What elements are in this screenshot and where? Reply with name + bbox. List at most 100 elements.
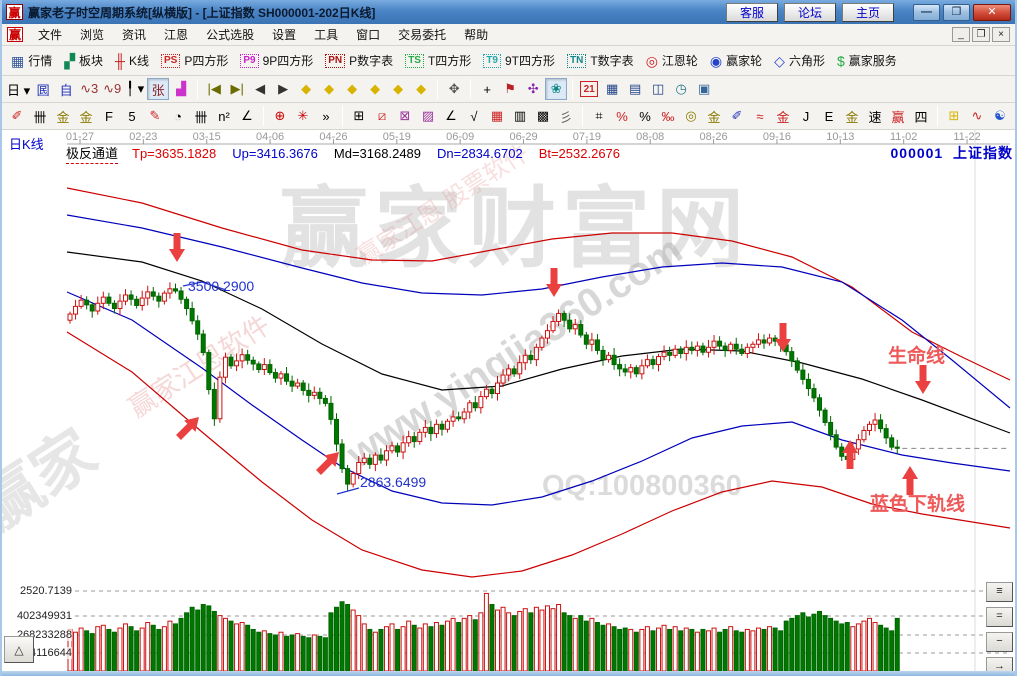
candle-type-selector[interactable]: ╿ ▾ [124,78,146,100]
menu-文件[interactable]: 文件 [29,23,71,46]
gold-line-icon[interactable]: 金 [703,105,725,127]
speed-angle-icon[interactable]: 速 [864,105,886,127]
step-forward-icon[interactable]: ▶ [272,78,294,100]
yinyang-icon[interactable]: ☯ [989,105,1011,127]
p-table-button[interactable]: PN P数字表 [320,49,398,72]
target-icon[interactable]: ⊕ [269,105,291,127]
mirror-icon[interactable]: ∠ [236,105,258,127]
print-icon[interactable]: ▣ [693,78,715,100]
go-first-icon[interactable]: |◀ [203,78,225,100]
hexagon-button[interactable]: ◇ 六角形 [769,49,830,72]
price-scale-icon[interactable]: ⌗ [588,105,610,127]
annotation-arrow-down[interactable] [546,268,562,297]
life-line-label[interactable]: 生命线 [888,341,945,368]
gann-left-icon[interactable]: ◆ [295,78,317,100]
calendar-icon[interactable]: 21 [580,81,599,97]
grid3-icon[interactable]: ▩ [532,105,554,127]
gann-full-icon[interactable]: ◆ [410,78,432,100]
five-comb-icon[interactable]: 5 [121,105,143,127]
chart-area[interactable]: 赢家财富网 www.yingjia360.com QQ:100800360 赢家… [2,130,1015,671]
p-square-button[interactable]: PS P四方形 [156,49,233,72]
customer-service-button[interactable]: 客服 [726,2,778,22]
period-day-selector[interactable]: 日 ▾ [6,78,31,100]
menu-江恩[interactable]: 江恩 [155,23,197,46]
wave-line-icon[interactable]: ≈ [749,105,771,127]
time-circle-icon[interactable]: ◔ [167,105,189,127]
9p-square-button[interactable]: P9 9P四方形 [235,49,318,72]
pen-icon[interactable]: ✐ [6,105,28,127]
gold-circle-icon[interactable]: ◎ [680,105,702,127]
price-annotation-low[interactable]: 2863.6499 [360,474,426,490]
notes-icon[interactable]: ▤ [624,78,646,100]
go-last-icon[interactable]: ▶| [226,78,248,100]
infinity-icon[interactable]: ∞ [1012,105,1015,127]
indicator-name[interactable]: 极反通道 [66,143,119,164]
menu-交易委托[interactable]: 交易委托 [389,23,455,46]
gann-horizontal-icon[interactable]: ◆ [341,78,363,100]
menu-设置[interactable]: 设置 [263,23,305,46]
wave3-icon[interactable]: ∿3 [78,78,100,100]
box-fan-icon[interactable]: ⊠ [394,105,416,127]
volume-series[interactable] [67,592,900,671]
blue-lower-band-label[interactable]: 蓝色下轨线 [870,489,965,516]
trend-line-icon[interactable]: ∠ [440,105,462,127]
annotation-arrow-down[interactable] [915,365,931,394]
mini-chart-icon[interactable]: ∿ [966,105,988,127]
winner-service-button[interactable]: $ 赢家服务 [832,49,902,72]
n-squared-icon[interactable]: n² [213,105,235,127]
flag-mark-icon[interactable]: ⚑ [499,78,521,100]
pane-layout-2-button[interactable]: = [986,607,1013,627]
gann-box-icon[interactable]: 囻 [32,78,54,100]
pan-hand-icon[interactable]: ✥ [443,78,465,100]
j-angle-icon[interactable]: J [795,105,817,127]
gann-wheel-button[interactable]: ◎ 江恩轮 [641,49,703,72]
pen2-icon[interactable]: ✎ [144,105,166,127]
pane-layout-3-button[interactable]: ≡ [986,582,1013,602]
gold-red-icon[interactable]: 金 [772,105,794,127]
child-restore-button[interactable]: ❐ [972,27,990,42]
homepage-button[interactable]: 主页 [842,2,894,22]
pen3-icon[interactable]: ✐ [726,105,748,127]
menu-工具[interactable]: 工具 [305,23,347,46]
child-minimize-button[interactable]: _ [952,27,970,42]
cycle-tool-icon[interactable]: ❀ [545,78,568,100]
f-comb-icon[interactable]: F [98,105,120,127]
gold-comb1-icon[interactable]: 金 [52,105,74,127]
gann-star-icon[interactable]: ◆ [387,78,409,100]
comb-icon[interactable]: 卌 [29,105,51,127]
gold-comb2-icon[interactable]: 金 [75,105,97,127]
permille-icon[interactable]: ‰ [657,105,679,127]
menu-帮助[interactable]: 帮助 [455,23,497,46]
menu-浏览[interactable]: 浏览 [71,23,113,46]
hatch-icon[interactable]: 彡 [555,105,577,127]
minimize-button[interactable]: — [913,3,940,21]
menu-窗口[interactable]: 窗口 [347,23,389,46]
pane-slider-button[interactable]: → [986,657,1013,671]
annotation-arrow-up[interactable] [842,440,858,469]
restore-button[interactable]: ❐ [943,3,970,21]
grid2-icon[interactable]: ▥ [509,105,531,127]
percent-zone-icon[interactable]: % [611,105,633,127]
annotation-arrow-ne[interactable] [173,411,205,443]
compress-chart-button[interactable]: △ [4,636,34,663]
step-back-icon[interactable]: ◀ [249,78,271,100]
fan-icon[interactable]: ⧄ [371,105,393,127]
percent-icon[interactable]: % [634,105,656,127]
four-angle-icon[interactable]: 四 [910,105,932,127]
price-volume-plot[interactable] [2,130,1015,671]
menu-公式选股[interactable]: 公式选股 [197,23,263,46]
check-line-icon[interactable]: √ [463,105,485,127]
sectors-button[interactable]: ▞ 板块 [59,49,108,72]
price-annotation-high[interactable]: 3500.2900 [188,278,254,294]
gann-cross-icon[interactable]: ◆ [364,78,386,100]
profile-chart-icon[interactable]: ▟ [170,78,192,100]
more-tools-icon[interactable]: » [315,105,337,127]
forum-button[interactable]: 论坛 [784,2,836,22]
zhang-icon[interactable]: 张 [147,78,170,100]
ribbon-tool-icon[interactable]: ✣ [522,78,544,100]
candlestick-series[interactable] [67,282,900,491]
pane-layout-1-button[interactable]: − [986,632,1013,652]
box-grid-icon[interactable]: ⊞ [348,105,370,127]
comb2-icon[interactable]: 卌 [190,105,212,127]
t-table-button[interactable]: TN T数字表 [562,49,639,72]
